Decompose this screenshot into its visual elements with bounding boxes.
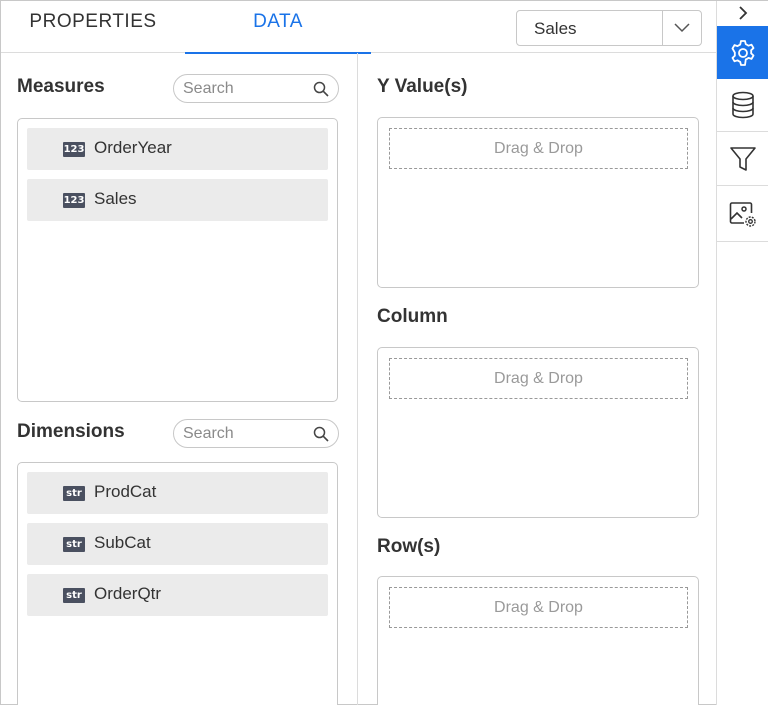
dimensions-list: str ProdCat str SubCat str OrderQtr [17,462,338,705]
search-icon [313,426,329,442]
database-icon [732,91,754,119]
rows-drop-zone[interactable]: Drag & Drop [377,576,699,705]
data-source-button[interactable] [717,79,768,132]
list-item[interactable]: 123 OrderYear [27,128,328,170]
properties-settings-button[interactable] [717,26,768,79]
field-label: Sales [94,189,137,208]
field-label: OrderQtr [94,584,162,603]
filter-button[interactable] [717,132,768,186]
column-drop-zone[interactable]: Drag & Drop [377,347,699,518]
measures-title: Measures [17,76,105,97]
datasource-selected: Sales [534,19,577,38]
drop-target[interactable]: Drag & Drop [389,128,688,169]
string-type-badge: str [63,537,85,552]
number-type-badge: 123 [63,142,85,157]
filter-icon [730,146,756,171]
string-type-badge: str [63,486,85,501]
list-item[interactable]: str ProdCat [27,472,328,514]
drop-target[interactable]: Drag & Drop [389,587,688,628]
column-divider [357,53,358,705]
chevron-down-icon [674,23,690,33]
dimensions-search-input[interactable]: Search [173,419,339,448]
y-values-title: Y Value(s) [377,76,468,97]
dropdown-toggle[interactable] [662,11,701,45]
tab-data-label: DATA [253,11,303,32]
field-label: OrderYear [94,138,172,157]
measures-search-placeholder: Search [183,80,234,97]
list-item[interactable]: str OrderQtr [27,574,328,616]
measures-search-input[interactable]: Search [173,74,339,103]
list-item[interactable]: 123 Sales [27,179,328,221]
panel-header: PROPERTIES DATA Sales [1,1,716,54]
chevron-right-icon [739,6,748,20]
number-type-badge: 123 [63,193,85,208]
search-icon [313,81,329,97]
side-rail [716,1,768,705]
tab-data[interactable]: DATA [185,1,371,54]
drop-target[interactable]: Drag & Drop [389,358,688,399]
collapse-button[interactable] [717,1,768,25]
datasource-dropdown[interactable]: Sales [516,10,702,46]
field-label: ProdCat [94,482,157,501]
dimensions-search-placeholder: Search [183,425,234,442]
rows-title: Row(s) [377,536,441,557]
tab-properties-label: PROPERTIES [29,11,157,32]
image-settings-button[interactable] [717,186,768,242]
field-label: SubCat [94,533,151,552]
image-settings-icon [729,201,756,227]
data-panel: PROPERTIES DATA Sales Measures Search 12… [0,0,768,705]
dimensions-title: Dimensions [17,421,125,442]
string-type-badge: str [63,588,85,603]
gear-icon [731,39,755,66]
measures-list: 123 OrderYear 123 Sales [17,118,338,402]
column-title: Column [377,306,448,327]
y-values-drop-zone[interactable]: Drag & Drop [377,117,699,288]
list-item[interactable]: str SubCat [27,523,328,565]
tab-properties[interactable]: PROPERTIES [1,1,185,53]
